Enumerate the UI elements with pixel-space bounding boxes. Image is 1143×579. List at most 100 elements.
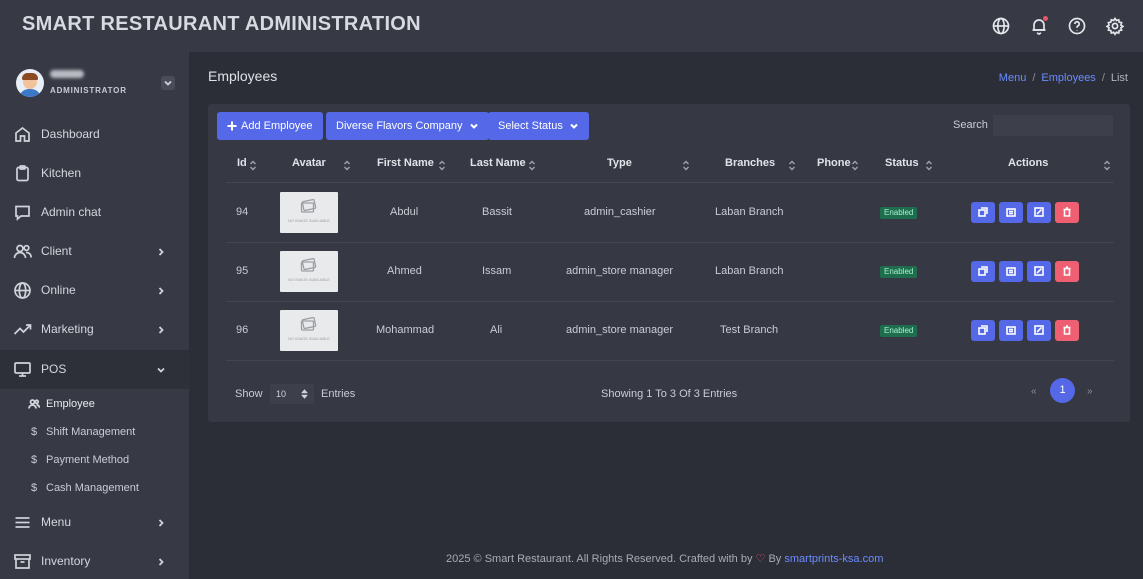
column-header-id[interactable]: Id [237,157,247,169]
delete-button[interactable] [1055,320,1079,341]
sort-icon[interactable] [925,158,933,171]
sort-icon[interactable] [343,158,351,171]
sidebar-subitem-employee[interactable]: Employee [0,391,189,417]
sort-icon[interactable] [438,158,446,171]
edit-icon [1034,266,1044,276]
sidebar-item-label: Inventory [41,554,91,568]
column-header-avatar[interactable]: Avatar [292,157,326,169]
sidebar-item-marketing[interactable]: Marketing [0,310,189,349]
globe-icon [13,281,32,300]
page-title: Employees [208,68,278,84]
delete-button[interactable] [1055,202,1079,223]
placeholder-text: NO IMAGE AVAILABLE [288,218,330,223]
sidebar-subitem-cash-management[interactable]: $ Cash Management [0,475,189,501]
top-icons [991,16,1125,36]
footer-by: By [768,553,782,565]
user-name-blurred [50,70,84,78]
edit-icon [1034,207,1044,217]
home-icon [13,125,32,144]
sidebar-item-label: Client [41,244,72,258]
user-profile[interactable]: ADMINISTRATOR [16,68,176,98]
users-icon [13,242,32,261]
cell-last-name: Bassit [482,206,512,218]
page-size-select[interactable]: 10 [270,384,314,404]
menu-icon [13,513,32,532]
sidebar-subitem-shift-management[interactable]: $ Shift Management [0,419,189,445]
details-button[interactable] [999,261,1023,282]
cell-type: admin_store manager [566,324,674,336]
placeholder-text: NO IMAGE AVAILABLE [288,336,330,341]
sort-icon[interactable] [528,158,536,171]
details-icon [1006,326,1016,335]
bell-icon[interactable] [1029,16,1049,36]
sort-icon[interactable] [1103,158,1111,171]
image-placeholder-icon [300,198,318,213]
sidebar-item-client[interactable]: Client [0,232,189,271]
sidebar-item-inventory[interactable]: Inventory [0,542,189,579]
column-header-phone[interactable]: Phone [817,157,851,169]
pagination-page-1[interactable]: 1 [1050,378,1075,403]
column-header-last-name[interactable]: Last Name [470,157,526,169]
sidebar-item-label: Dashboard [41,127,100,141]
help-icon[interactable] [1067,16,1087,36]
cell-id: 96 [236,324,249,336]
cell-type: admin_store manager [566,265,674,277]
footer-link[interactable]: smartprints-ksa.com [784,553,883,565]
add-employee-button[interactable]: Add Employee [217,112,323,140]
copy-button[interactable] [971,202,995,223]
sidebar-item-label: Admin chat [41,205,102,219]
plus-icon [227,121,237,131]
copy-icon [978,325,988,335]
sidebar-item-admin-chat[interactable]: Admin chat [0,193,189,232]
pagination-prev[interactable]: « [1031,386,1037,397]
trend-icon [13,320,32,339]
column-header-branches[interactable]: Branches [725,157,775,169]
cell-last-name: Issam [482,265,512,277]
delete-button[interactable] [1055,261,1079,282]
sidebar-item-menu[interactable]: Menu [0,503,189,542]
breadcrumb-separator: / [1032,72,1036,84]
details-button[interactable] [999,320,1023,341]
details-button[interactable] [999,202,1023,223]
copy-button[interactable] [971,320,995,341]
users-icon [28,398,41,410]
sidebar-item-label: Marketing [41,322,94,336]
sidebar-item-dashboard[interactable]: Dashboard [0,115,189,154]
sort-icon[interactable] [249,158,257,171]
company-select[interactable]: Diverse Flavors Company [326,112,489,140]
sidebar-subitem-label: Shift Management [46,426,136,438]
sidebar-item-online[interactable]: Online [0,271,189,310]
sidebar-subitem-payment-method[interactable]: $ Payment Method [0,447,189,473]
globe-icon[interactable] [991,16,1011,36]
trash-icon [1063,325,1071,335]
column-header-type[interactable]: Type [607,157,632,169]
breadcrumb-menu[interactable]: Menu [999,72,1027,84]
avatar [16,69,44,97]
user-menu-toggle[interactable] [161,76,175,90]
sidebar-item-pos[interactable]: POS [0,350,189,389]
chevron-down-icon [570,123,578,129]
edit-button[interactable] [1027,320,1051,341]
cell-branch: Laban Branch [715,206,784,218]
cell-branch: Laban Branch [715,265,784,277]
column-header-first-name[interactable]: First Name [377,157,434,169]
chat-icon [13,203,32,222]
dollar-icon: $ [30,426,38,438]
sort-icon[interactable] [682,158,690,171]
pagination-next[interactable]: » [1087,386,1093,397]
sidebar-item-label: Online [41,283,76,297]
breadcrumb-employees[interactable]: Employees [1041,72,1095,84]
column-header-status[interactable]: Status [885,157,919,169]
chevron-right-icon [155,245,167,257]
sort-icon[interactable] [851,158,859,171]
sidebar-item-kitchen[interactable]: Kitchen [0,154,189,193]
edit-button[interactable] [1027,261,1051,282]
sidebar-subitem-label: Employee [46,398,95,410]
copy-button[interactable] [971,261,995,282]
sort-icon[interactable] [788,158,796,171]
status-select[interactable]: Select Status [488,112,589,140]
edit-button[interactable] [1027,202,1051,223]
search-input[interactable] [993,115,1113,136]
column-header-actions: Actions [1008,157,1049,169]
settings-icon[interactable] [1105,16,1125,36]
